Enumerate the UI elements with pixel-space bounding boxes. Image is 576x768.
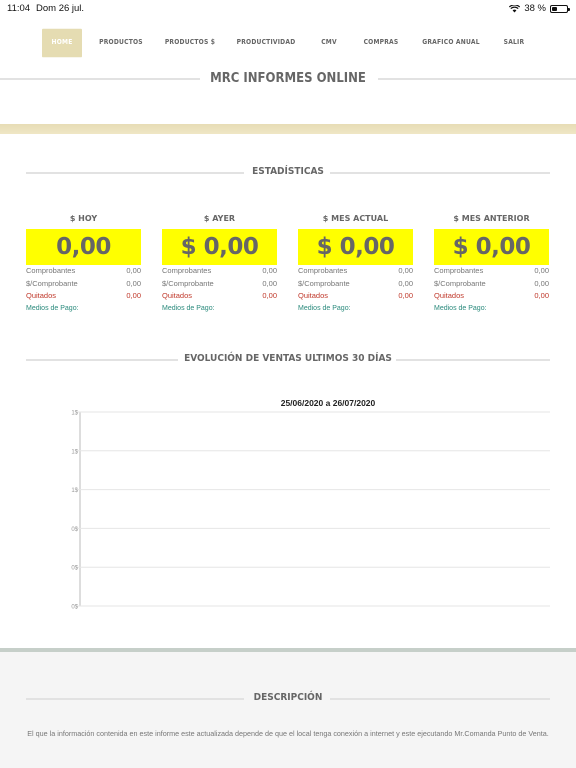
stat-value: $ 0,00 xyxy=(298,229,413,265)
nav-home[interactable]: HOME xyxy=(42,28,82,58)
row-label: Comprobantes xyxy=(162,266,212,275)
stat-label: $ MES ACTUAL xyxy=(322,214,389,223)
description-text: El que la información contenida en este … xyxy=(27,729,549,738)
stat-value: $ 0,00 xyxy=(162,229,277,265)
nav-productos-pesos[interactable]: PRODUCTOS $ xyxy=(162,29,218,58)
nav-cmv[interactable]: CMV xyxy=(314,29,344,58)
sales-chart: 25/06/2020 a 26/07/2020 1$ 1$ 1$ 0$ 0$ 0$ xyxy=(0,396,576,616)
beige-band xyxy=(0,124,576,134)
stat-row-medios: Medios de Pago: xyxy=(162,303,277,316)
row-label: Medios de Pago: xyxy=(162,304,215,312)
stat-card-mes-actual: $ MES ACTUAL $ 0,00 Comprobantes 0,00 $/C… xyxy=(298,212,413,315)
stat-label: $ MES ANTERIOR xyxy=(453,214,530,223)
stat-card-ayer: $ AYER $ 0,00 Comprobantes 0,00 $/Comprob… xyxy=(162,212,277,315)
row-value: 0,00 xyxy=(262,266,277,275)
stat-row-comprobantes: Comprobantes 0,00 xyxy=(26,265,141,278)
stat-row-per-comprobante: $/Comprobante 0,00 xyxy=(162,278,277,291)
stat-row-quitados: Quitados 0,00 xyxy=(434,290,549,303)
nav-productividad[interactable]: PRODUCTIVIDAD xyxy=(234,29,298,58)
stat-row-medios: Medios de Pago: xyxy=(298,303,413,316)
nav-compras[interactable]: COMPRAS xyxy=(360,29,402,58)
row-value: 0,00 xyxy=(126,278,141,288)
stat-row-comprobantes: Comprobantes 0,00 xyxy=(298,265,413,278)
stat-label: $ AYER xyxy=(203,214,236,223)
stat-row-quitados: Quitados 0,00 xyxy=(298,290,413,303)
row-value: 0,00 xyxy=(262,291,277,300)
stat-row-comprobantes: Comprobantes 0,00 xyxy=(162,265,277,278)
chart-y-tick-label: 1$ xyxy=(71,411,78,417)
stats-heading: ESTADÍSTICAS xyxy=(0,165,576,181)
row-value: 0,00 xyxy=(398,266,413,275)
battery-percent: 38 % xyxy=(524,3,546,14)
stat-row-medios: Medios de Pago: xyxy=(434,303,549,316)
row-value: 0,00 xyxy=(126,291,141,300)
row-label: Quitados xyxy=(298,291,329,300)
row-label: $/Comprobante xyxy=(162,278,214,288)
row-label: $/Comprobante xyxy=(298,278,350,288)
wifi-icon xyxy=(509,4,521,12)
stat-card-hoy: $ HOY 0,00 Comprobantes 0,00 $/Comprobant… xyxy=(26,212,141,315)
row-label: Quitados xyxy=(162,291,193,300)
stat-row-quitados: Quitados 0,00 xyxy=(26,290,141,303)
row-label: Comprobantes xyxy=(26,266,76,275)
header: MRC INFORMES ONLINE xyxy=(0,70,576,90)
main-nav: HOME PRODUCTOS PRODUCTOS $ PRODUCTIVIDAD… xyxy=(0,28,576,58)
stat-row-per-comprobante: $/Comprobante 0,00 xyxy=(434,278,549,291)
status-right: 38 % xyxy=(509,3,570,14)
chart-y-tick-label: 1$ xyxy=(71,449,78,455)
row-value: 0,00 xyxy=(398,278,413,288)
row-label: Medios de Pago: xyxy=(26,304,79,312)
page-title: MRC INFORMES ONLINE xyxy=(210,71,366,86)
row-label: Comprobantes xyxy=(434,266,484,275)
nav-grafico-anual[interactable]: GRAFICO ANUAL xyxy=(420,29,482,58)
chart-y-tick-label: 0$ xyxy=(71,527,78,533)
row-label: $/Comprobante xyxy=(434,278,486,288)
stat-row-per-comprobante: $/Comprobante 0,00 xyxy=(26,278,141,291)
chart-y-tick-label: 0$ xyxy=(71,566,78,572)
row-label: Quitados xyxy=(434,291,465,300)
row-value: 0,00 xyxy=(534,278,549,288)
row-value: 0,00 xyxy=(126,266,141,275)
battery-icon xyxy=(550,4,570,13)
nav-productos[interactable]: PRODUCTOS xyxy=(96,29,146,58)
status-time: 11:04 xyxy=(7,3,31,14)
nav-salir[interactable]: SALIR xyxy=(500,29,528,58)
row-label: Quitados xyxy=(26,291,57,300)
stats-title: ESTADÍSTICAS xyxy=(252,166,324,177)
chart-y-tick-label: 0$ xyxy=(71,605,78,611)
chart-y-tick-label: 1$ xyxy=(71,488,78,494)
row-label: Comprobantes xyxy=(298,266,348,275)
stat-row-quitados: Quitados 0,00 xyxy=(162,290,277,303)
sales-heading: EVOLUCIÓN DE VENTAS ULTIMOS 30 DÍAS xyxy=(0,352,576,368)
row-label: Medios de Pago: xyxy=(434,304,487,312)
chart-svg: 25/06/2020 a 26/07/2020 1$ 1$ 1$ 0$ 0$ 0$ xyxy=(71,398,550,611)
stat-row-medios: Medios de Pago: xyxy=(26,303,141,316)
description-section: DESCRIPCIÓN El que la información conten… xyxy=(0,648,576,768)
row-value: 0,00 xyxy=(398,291,413,300)
stat-value: $ 0,00 xyxy=(434,229,549,265)
stat-value: 0,00 xyxy=(26,229,141,265)
row-label: Medios de Pago: xyxy=(298,304,351,312)
stat-row-comprobantes: Comprobantes 0,00 xyxy=(434,265,549,278)
stat-card-mes-anterior: $ MES ANTERIOR $ 0,00 Comprobantes 0,00 $… xyxy=(434,212,549,315)
row-value: 0,00 xyxy=(534,266,549,275)
row-value: 0,00 xyxy=(262,278,277,288)
status-date: Dom 26 jul. xyxy=(36,3,85,14)
row-value: 0,00 xyxy=(534,291,549,300)
chart-title: 25/06/2020 a 26/07/2020 xyxy=(281,398,376,408)
stat-row-per-comprobante: $/Comprobante 0,00 xyxy=(298,278,413,291)
sales-title: EVOLUCIÓN DE VENTAS ULTIMOS 30 DÍAS xyxy=(184,353,392,364)
stat-label: $ HOY xyxy=(69,214,98,223)
status-bar: 11:04 Dom 26 jul. 38 % xyxy=(0,0,576,18)
row-label: $/Comprobante xyxy=(26,278,78,288)
description-title: DESCRIPCIÓN xyxy=(253,692,323,703)
